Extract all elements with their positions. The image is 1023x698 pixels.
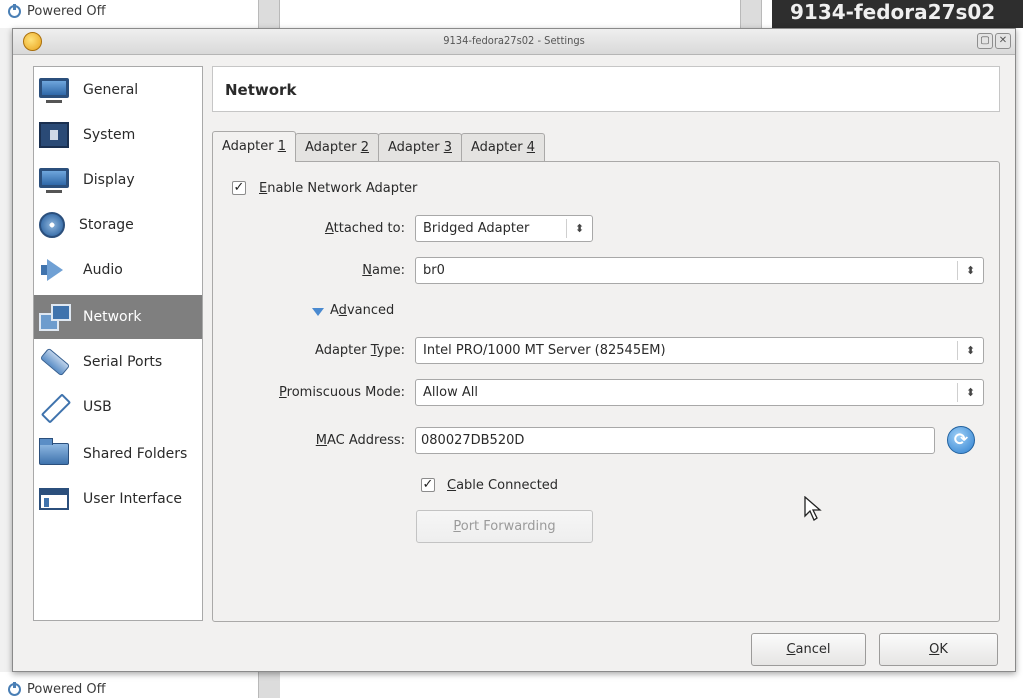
mouse-pointer-icon — [804, 496, 822, 521]
power-icon — [8, 682, 21, 696]
refresh-mac-icon[interactable]: ⟳ — [947, 426, 975, 454]
close-icon[interactable]: ✕ — [995, 33, 1011, 49]
adapter-type-select[interactable]: Intel PRO/1000 MT Server (82545EM) ⬍ — [415, 337, 984, 364]
updown-chevron-icon: ⬍ — [957, 383, 983, 402]
attached-to-select[interactable]: Bridged Adapter ⬍ — [415, 215, 593, 242]
power-icon — [8, 4, 21, 18]
folder-icon — [39, 438, 69, 465]
sidebar-item-user-interface[interactable]: User Interface — [34, 477, 202, 521]
background-left-edge — [0, 28, 12, 672]
tab-adapter-4[interactable]: Adapter 4 — [461, 133, 545, 162]
sidebar-item-storage[interactable]: Storage — [34, 203, 202, 247]
enable-network-adapter-checkbox[interactable]: ✓ — [232, 181, 246, 195]
title-bar[interactable]: 9134-fedora27s02 - Settings ▢ ✕ — [13, 29, 1015, 55]
tab-adapter-3[interactable]: Adapter 3 — [378, 133, 462, 162]
expand-triangle-icon[interactable] — [312, 308, 324, 316]
port-forwarding-button[interactable]: Port Forwarding — [416, 510, 593, 543]
advanced-toggle[interactable]: Advanced — [330, 303, 394, 318]
updown-chevron-icon: ⬍ — [566, 219, 592, 238]
serial-port-icon — [39, 349, 69, 375]
ok-button[interactable]: OK — [879, 633, 998, 666]
enable-network-adapter-label[interactable]: Enable Network Adapter — [259, 181, 417, 196]
settings-category-list: General System Display Storage Audio Net… — [33, 66, 203, 621]
background-top-strip: Powered Off 9134-fedora27s02 — [0, 0, 1023, 28]
page-title: Network — [225, 81, 297, 99]
adapter-tabs: Adapter 1 Adapter 2 Adapter 3 Adapter 4 — [212, 131, 545, 162]
sidebar-item-general[interactable]: General — [34, 68, 202, 112]
cable-connected-checkbox[interactable]: ✓ — [421, 478, 435, 492]
sidebar-item-serial-ports[interactable]: Serial Ports — [34, 340, 202, 384]
mac-address-label: MAC Address: — [315, 433, 405, 448]
promiscuous-mode-select[interactable]: Allow All ⬍ — [415, 379, 984, 406]
updown-chevron-icon: ⬍ — [957, 261, 983, 280]
name-label: Name: — [362, 263, 405, 278]
adapter-settings-pane: ✓ Enable Network Adapter Attached to: Br… — [212, 161, 1000, 622]
cable-connected-label[interactable]: Cable Connected — [447, 478, 558, 493]
tab-adapter-2[interactable]: Adapter 2 — [295, 133, 379, 162]
network-icon — [39, 304, 71, 331]
sidebar-item-system[interactable]: System — [34, 113, 202, 157]
attached-to-label: Attached to: — [324, 221, 405, 236]
sidebar-item-audio[interactable]: Audio — [34, 248, 202, 292]
speaker-icon — [39, 257, 69, 283]
updown-chevron-icon: ⬍ — [957, 341, 983, 360]
usb-icon — [39, 394, 69, 420]
background-vm-name: 9134-fedora27s02 — [772, 0, 1023, 28]
background-vm-status: Powered Off — [8, 682, 106, 697]
adapter-type-label: Adapter Type: — [315, 343, 405, 358]
background-vm-status: Powered Off — [8, 4, 106, 19]
background-splitter — [740, 0, 762, 28]
monitor-icon — [39, 78, 69, 103]
background-bottom-strip: Powered Off — [0, 672, 1023, 698]
display-icon — [39, 168, 69, 193]
window-title: 9134-fedora27s02 - Settings — [443, 34, 585, 47]
maximize-icon[interactable]: ▢ — [977, 33, 993, 49]
promiscuous-mode-label: Promiscuous Mode: — [279, 385, 405, 400]
mac-address-input[interactable]: 080027DB520D — [415, 427, 935, 454]
cancel-button[interactable]: Cancel — [751, 633, 866, 666]
sidebar-item-usb[interactable]: USB — [34, 385, 202, 429]
name-select[interactable]: br0 ⬍ — [415, 257, 984, 284]
user-interface-icon — [39, 488, 69, 510]
background-splitter — [258, 0, 280, 28]
settings-dialog: 9134-fedora27s02 - Settings ▢ ✕ General … — [12, 28, 1016, 672]
chip-icon — [39, 122, 69, 148]
tab-adapter-1[interactable]: Adapter 1 — [212, 131, 296, 162]
sidebar-item-display[interactable]: Display — [34, 158, 202, 202]
background-splitter — [258, 672, 280, 698]
page-header: Network — [212, 66, 1000, 112]
disk-icon — [39, 212, 65, 238]
sidebar-item-shared-folders[interactable]: Shared Folders — [34, 432, 202, 476]
sidebar-item-network[interactable]: Network — [34, 295, 202, 339]
